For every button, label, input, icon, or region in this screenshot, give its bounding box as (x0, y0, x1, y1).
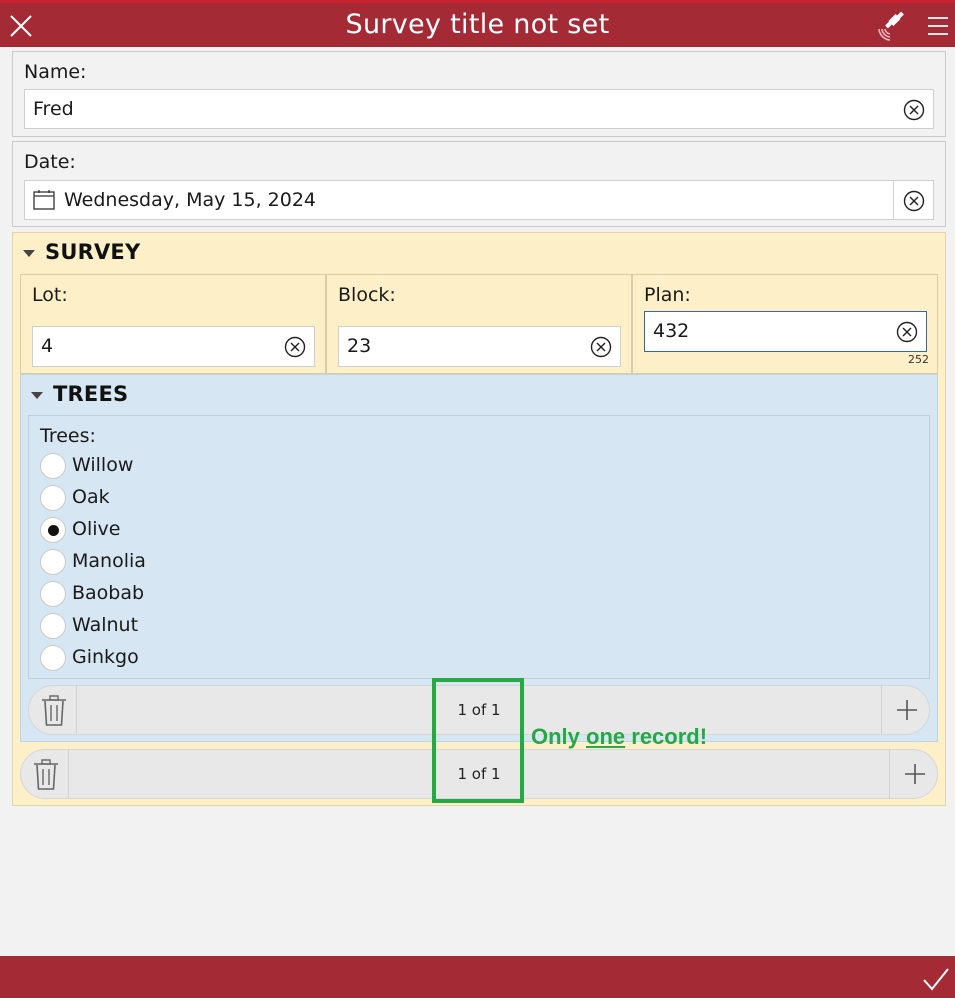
lot-label: Lot: (32, 284, 68, 306)
radio-option-label: Willow (72, 454, 134, 476)
plan-input[interactable]: 432 (644, 311, 927, 352)
date-clear-button[interactable] (893, 180, 934, 220)
date-input[interactable]: Wednesday, May 15, 2024 (24, 180, 894, 220)
survey-group-title[interactable]: SURVEY (45, 240, 140, 264)
block-question: Block: 23 (326, 274, 632, 374)
annotation-text: Only one record! (531, 724, 707, 750)
clear-icon[interactable] (903, 99, 925, 121)
lot-question: Lot: 4 (20, 274, 326, 374)
lot-value: 4 (41, 335, 54, 357)
plan-question: Plan: 432 252 (632, 274, 938, 374)
radio-option-label: Olive (72, 518, 121, 540)
name-value: Fred (33, 98, 74, 120)
clear-icon[interactable] (896, 321, 918, 343)
date-question: Date: Wednesday, May 15, 2024 (12, 141, 946, 227)
radio-button[interactable] (40, 613, 66, 639)
radio-option-label: Manolia (72, 550, 146, 572)
calendar-icon (33, 190, 55, 210)
delete-record-button[interactable] (29, 686, 77, 734)
radio-button[interactable] (40, 549, 66, 575)
trash-icon[interactable] (32, 759, 60, 791)
radio-button-selected[interactable] (40, 517, 66, 543)
radio-option-label: Oak (72, 486, 110, 508)
annotation-text-emph: one (586, 724, 626, 749)
trash-icon[interactable] (40, 695, 68, 727)
satellite-gps-icon[interactable] (878, 11, 908, 41)
block-label: Block: (338, 284, 396, 306)
block-value: 23 (347, 335, 372, 357)
radio-button[interactable] (40, 581, 66, 607)
lot-input[interactable]: 4 (32, 326, 315, 367)
plan-label: Plan: (644, 284, 691, 306)
plus-icon[interactable] (904, 763, 926, 785)
radio-button[interactable] (40, 645, 66, 671)
plus-icon[interactable] (896, 699, 918, 721)
date-label: Date: (24, 151, 76, 173)
app-footer (0, 956, 955, 998)
radio-option-label: Baobab (72, 582, 145, 604)
collapse-caret-icon[interactable] (23, 250, 35, 257)
block-input[interactable]: 23 (338, 326, 621, 367)
radio-button[interactable] (40, 453, 66, 479)
checkmark-icon[interactable] (922, 966, 950, 992)
clear-icon[interactable] (903, 190, 925, 212)
annotation-text-before: Only (531, 724, 587, 749)
radio-option-label: Ginkgo (72, 646, 139, 668)
plan-value: 432 (653, 320, 690, 342)
app-header: Survey title not set (0, 0, 955, 47)
add-record-button[interactable] (889, 750, 937, 798)
plan-remaining-count: 252 (908, 353, 929, 366)
annotation-text-after: record! (625, 724, 708, 749)
clear-icon[interactable] (284, 336, 306, 358)
radio-option-label: Walnut (72, 614, 139, 636)
name-question: Name: Fred (12, 51, 946, 137)
name-input[interactable]: Fred (24, 89, 934, 129)
annotation-highlight-box (432, 678, 524, 803)
date-value: Wednesday, May 15, 2024 (64, 189, 317, 211)
clear-icon[interactable] (590, 336, 612, 358)
add-record-button[interactable] (881, 686, 929, 734)
trees-question (28, 415, 930, 679)
trees-label: Trees: (40, 425, 96, 447)
trees-repeat-title[interactable]: TREES (53, 382, 128, 406)
radio-button[interactable] (40, 485, 66, 511)
delete-record-button[interactable] (21, 750, 69, 798)
hamburger-menu-icon[interactable] (926, 14, 950, 38)
survey-title: Survey title not set (345, 9, 610, 40)
collapse-caret-icon[interactable] (31, 392, 43, 399)
name-label: Name: (24, 61, 87, 83)
selected-dot (48, 525, 59, 536)
